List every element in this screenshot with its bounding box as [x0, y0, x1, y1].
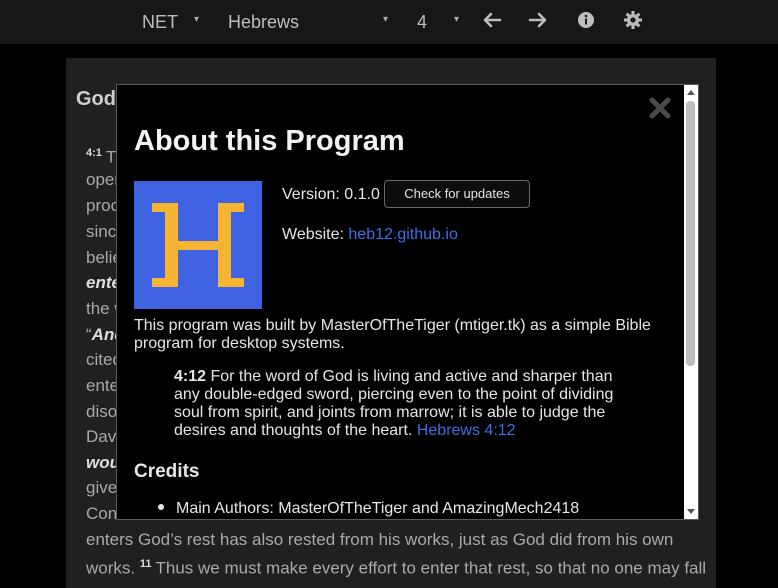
verse-reference: 4:12	[174, 368, 207, 385]
chevron-down-icon: ▾	[194, 14, 200, 25]
verse-text: For the word of God is living and active…	[174, 368, 614, 439]
scrollbar-thumb[interactable]	[686, 101, 695, 366]
chevron-down-icon: ▾	[383, 14, 389, 25]
next-chapter-button[interactable]	[527, 9, 553, 35]
app-logo-icon	[152, 203, 244, 287]
chapter-select[interactable]: 4 ▾	[417, 10, 465, 34]
verse-text: Thus we must make every effort to enter …	[155, 558, 707, 578]
credits-authors-item: Main Authors: MasterOfTheTiger and Amazi…	[158, 500, 579, 518]
dialog-scrollbar[interactable]	[684, 85, 698, 519]
arrow-left-icon	[483, 12, 502, 28]
close-button[interactable]	[647, 95, 673, 121]
about-dialog-content: About this Program Version: 0.1.0 Check …	[117, 85, 684, 519]
chapter-value: 4	[417, 12, 428, 32]
featured-verse: 4:12 For the word of God is living and a…	[174, 368, 634, 440]
bullet-icon	[158, 503, 164, 510]
close-icon	[649, 97, 671, 119]
info-icon	[578, 12, 594, 28]
toolbar: NET ▾ Hebrews ▾ 4 ▾	[0, 0, 778, 44]
gear-icon	[624, 11, 642, 29]
translation-select[interactable]: NET ▾	[142, 10, 208, 34]
previous-chapter-button[interactable]	[481, 9, 507, 35]
website-link[interactable]: heb12.github.io	[348, 226, 457, 243]
chapter-text-line: works. 11 Thus we must make every effort …	[86, 552, 706, 581]
app-logo	[134, 181, 262, 309]
book-select[interactable]: Hebrews ▾	[228, 10, 394, 34]
website-row: Website: heb12.github.io	[282, 226, 458, 244]
verse-text: enters God’s rest has also rested from h…	[86, 530, 674, 549]
arrow-right-icon	[528, 12, 547, 28]
info-button[interactable]	[575, 9, 601, 35]
about-dialog: About this Program Version: 0.1.0 Check …	[116, 84, 699, 520]
verse-text: works.	[86, 558, 136, 578]
verse-number: 11	[139, 558, 152, 570]
version-text: Version: 0.1.0	[282, 186, 380, 203]
translation-value: NET	[142, 12, 178, 32]
credits-heading: Credits	[134, 461, 200, 482]
program-description: This program was built by MasterOfTheTig…	[134, 317, 651, 352]
verse-link[interactable]: Hebrews 4:12	[417, 422, 516, 439]
dialog-title: About this Program	[134, 125, 405, 157]
scroll-up-arrow-icon[interactable]	[687, 90, 695, 95]
verse-number: 4:1	[86, 147, 102, 159]
website-label: Website:	[282, 226, 344, 243]
scroll-down-arrow-icon[interactable]	[687, 509, 695, 514]
chapter-text-line: enters God’s rest has also rested from h…	[86, 527, 673, 553]
book-value: Hebrews	[228, 12, 300, 32]
section-title: God	[76, 88, 116, 110]
authors-text: Main Authors: MasterOfTheTiger and Amazi…	[176, 500, 580, 517]
chevron-down-icon: ▾	[454, 14, 460, 25]
settings-button[interactable]	[622, 9, 648, 35]
check-updates-button[interactable]: Check for updates	[384, 180, 530, 208]
